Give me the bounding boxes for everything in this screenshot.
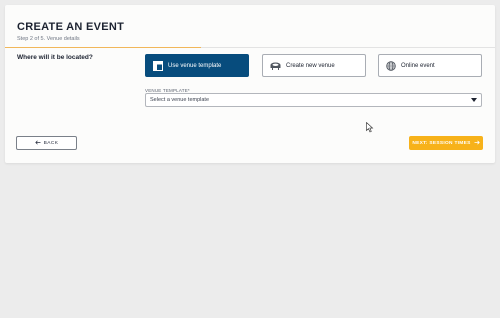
step-indicator: Step 2 of 5. Venue details xyxy=(17,36,80,42)
venue-template-value: Select a venue template xyxy=(150,97,210,103)
create-new-venue-button[interactable]: Create new venue xyxy=(262,54,366,77)
back-button-label: BACK xyxy=(43,140,59,146)
mouse-cursor-icon xyxy=(366,120,374,138)
create-event-card: CREATE AN EVENT Step 2 of 5. Venue detai… xyxy=(5,5,495,163)
location-question: Where will it be located? xyxy=(17,54,93,61)
venue-template-select[interactable]: Select a venue template xyxy=(145,93,482,107)
page-title: CREATE AN EVENT xyxy=(17,21,125,33)
next-session-times-button[interactable]: NEXT: SESSION TIMES xyxy=(409,136,483,150)
stadium-icon xyxy=(270,62,281,70)
online-event-button[interactable]: Online event xyxy=(378,54,482,77)
arrow-left-icon xyxy=(34,140,41,147)
online-event-label: Online event xyxy=(401,62,435,69)
template-layout-icon xyxy=(153,60,163,71)
use-venue-template-button[interactable]: Use venue template xyxy=(145,54,249,77)
next-button-label: NEXT: SESSION TIMES xyxy=(412,140,471,146)
back-button[interactable]: BACK xyxy=(16,136,77,150)
create-new-venue-label: Create new venue xyxy=(286,62,335,69)
arrow-right-icon xyxy=(474,140,480,147)
chevron-down-icon xyxy=(471,98,477,102)
progress-bar xyxy=(5,47,201,48)
use-venue-template-label: Use venue template xyxy=(168,62,222,69)
globe-icon xyxy=(386,60,396,71)
